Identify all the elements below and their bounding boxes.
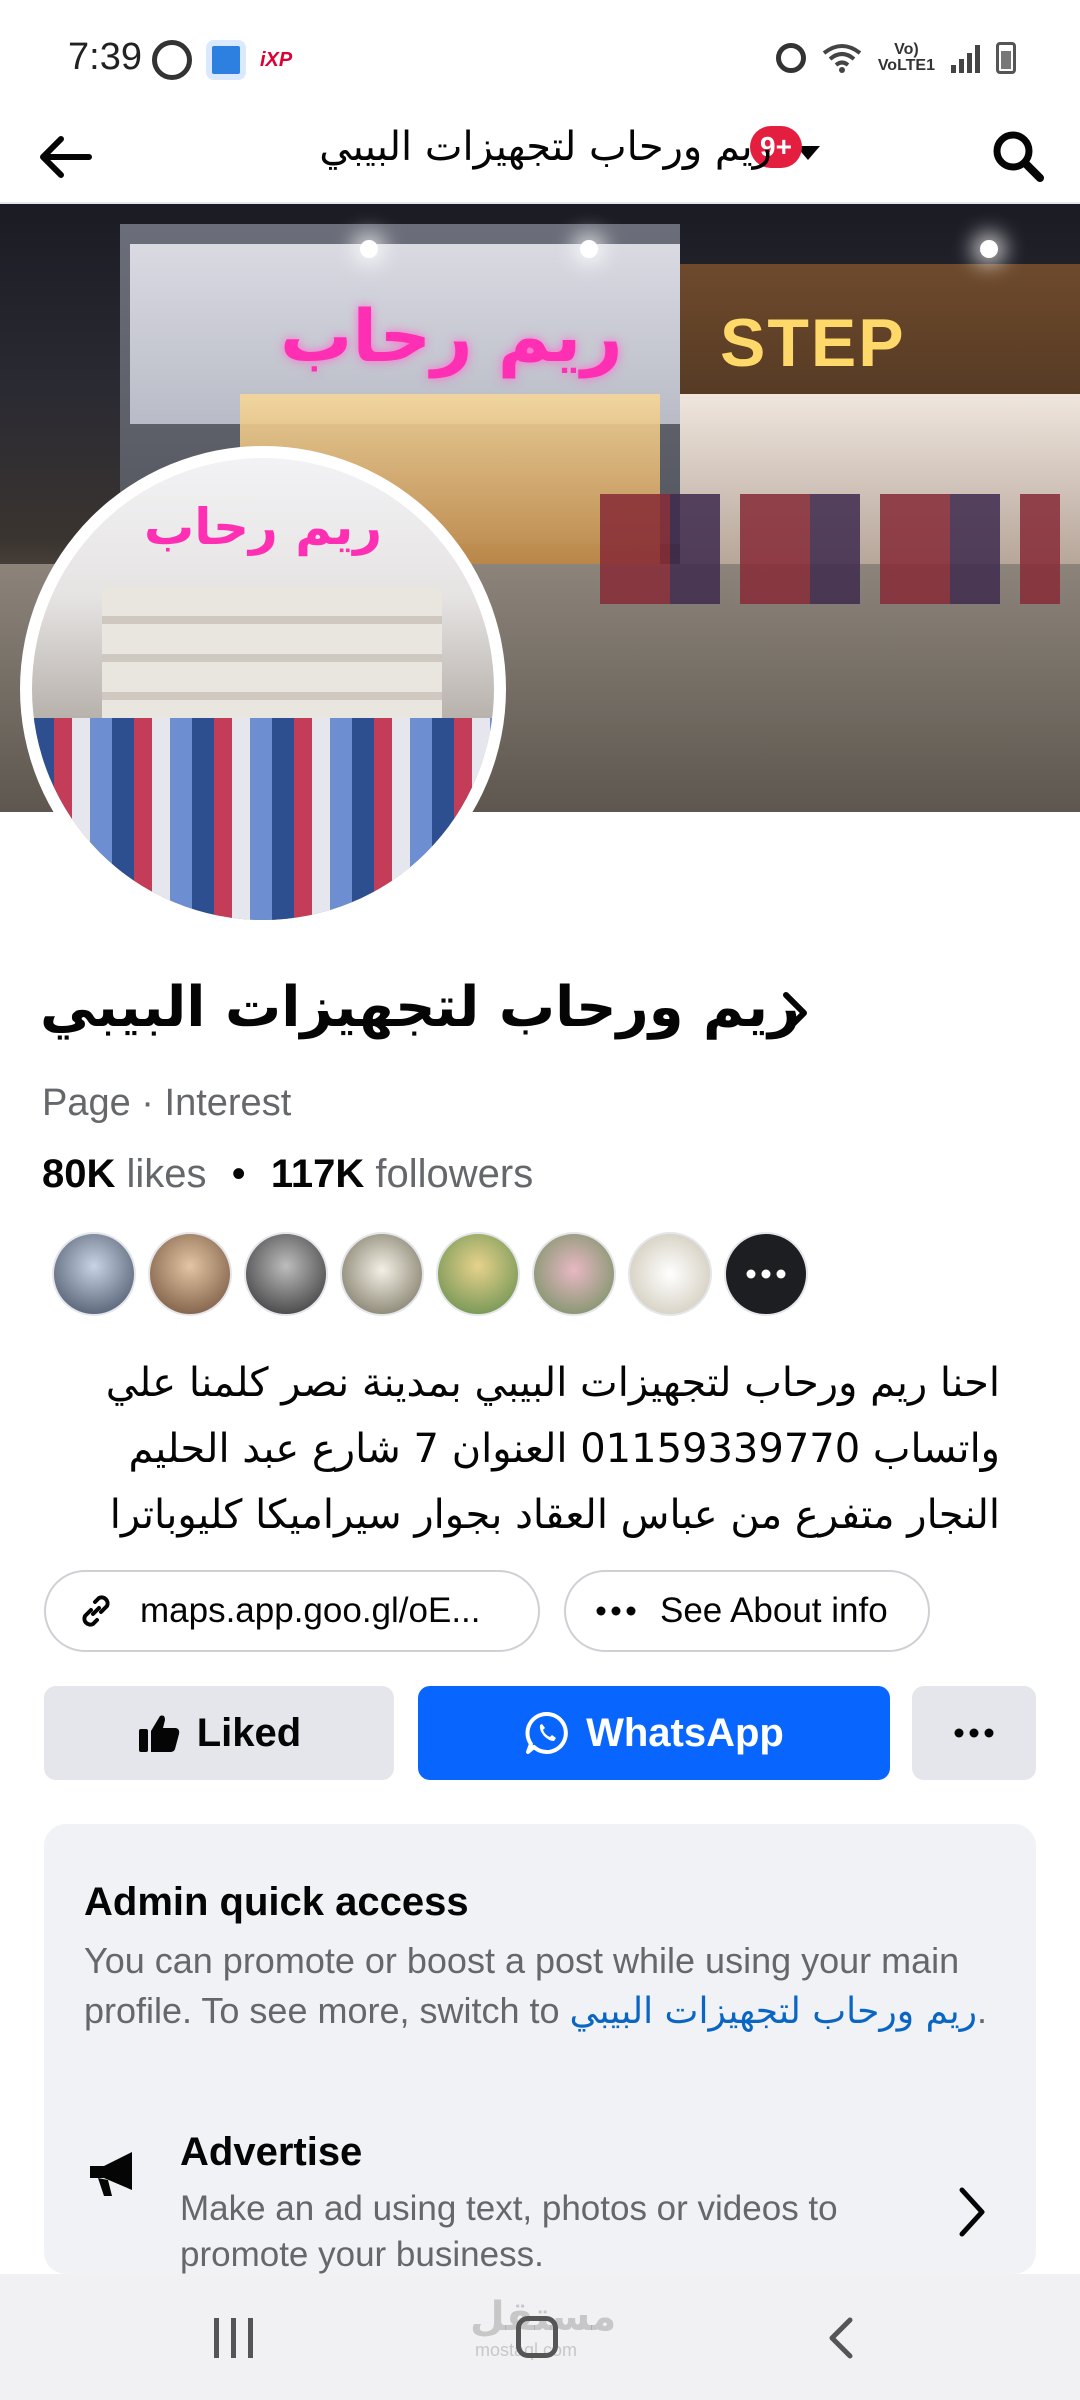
admin-desc-suffix: . [976,1990,987,2031]
avatar[interactable] [148,1232,232,1316]
profile-picture-image: ريم رحاب [32,458,494,920]
app-status-icon [206,40,246,80]
back-button[interactable] [30,122,100,192]
more-friends-button[interactable] [724,1232,808,1316]
status-bar: 7:39 iXP Vo) VoLTE1 [0,0,1080,110]
bio-line: احنا ريم ورحاب لتجهيزات البيبي بمدينة نص… [105,1360,1000,1406]
ixp-status-icon: iXP [260,48,293,71]
wifi-icon [822,44,862,73]
likes-label: likes [126,1152,207,1196]
search-button[interactable] [982,120,1054,192]
cover-step-sign: STEP [720,305,906,381]
search-icon [993,131,1044,182]
cover-strollers [600,494,1060,604]
whatsapp-status-icon [152,40,192,80]
page-category: Page · Interest [42,1082,292,1124]
nav-back-icon[interactable] [822,2314,862,2362]
more-dots-icon [746,1269,786,1279]
more-dots-icon [594,1589,638,1633]
friends-who-like[interactable] [52,1232,808,1316]
link-icon [74,1589,118,1633]
page-title-row[interactable]: ريم ورحاب لتجهيزات البيبي [40,975,1040,1045]
page-stats[interactable]: 80K likes • 117K followers [42,1152,533,1197]
home-button[interactable] [516,2316,558,2358]
thumbs-up-icon [137,1712,181,1754]
chevron-right-icon [959,2187,985,2237]
see-about-chip[interactable]: See About info [564,1570,930,1652]
page-bio: احنا ريم ورحاب لتجهيزات البيبي بمدينة نص… [40,1350,1040,1548]
admin-quick-access-card: Admin quick access You can promote or bo… [44,1824,1036,2274]
avatar[interactable] [340,1232,424,1316]
admin-card-description: You can promote or boost a post while us… [84,1936,1014,2037]
avatar[interactable] [52,1232,136,1316]
admin-card-title: Admin quick access [84,1880,469,1924]
liked-label: Liked [196,1710,302,1755]
advertise-title: Advertise [180,2130,363,2174]
system-nav-bar: مستقل mostaql.com [0,2274,1080,2400]
cover-brand-sign: ريم رحاب [280,294,623,378]
likes-count: 80K [42,1152,116,1196]
map-link-text: maps.app.goo.gl/oE... [140,1591,481,1630]
avatar[interactable] [532,1232,616,1316]
app-bar: 9+ ريم ورحاب لتجهيزات البيبي [0,110,1080,204]
whatsapp-label: WhatsApp [586,1710,784,1755]
bio-line: النجار متفرع من عباس العقاد بجوار سيرامي… [109,1492,1000,1538]
profile-picture[interactable]: ريم رحاب [20,446,506,932]
status-notification-icons: iXP [152,40,292,80]
more-actions-button[interactable] [912,1686,1036,1780]
switch-profile-link[interactable]: ريم ورحاب لتجهيزات البيبي [570,1991,977,2032]
whatsapp-button[interactable]: WhatsApp [418,1686,890,1780]
more-dots-icon [954,1728,994,1738]
advertise-row[interactable]: Advertise Make an ad using text, photos … [44,2114,1036,2274]
status-system-icons: Vo) VoLTE1 [775,41,1016,74]
status-time: 7:39 [68,36,142,78]
page-title: ريم ورحاب لتجهيزات البيبي [40,975,801,1040]
volte-indicator: Vo) VoLTE1 [877,41,935,74]
avatar[interactable] [244,1232,328,1316]
chevron-right-icon [783,992,807,1034]
avatar[interactable] [628,1232,712,1316]
alarm-icon [775,43,806,73]
map-link-chip[interactable]: maps.app.goo.gl/oE... [44,1570,540,1652]
cover-light [580,240,598,258]
recents-button[interactable] [214,2318,253,2358]
profile-shelves [102,588,442,738]
followers-label: followers [375,1152,534,1196]
see-about-text: See About info [660,1591,888,1630]
avatar[interactable] [436,1232,520,1316]
liked-button[interactable]: Liked [44,1686,394,1780]
cover-light [360,240,378,258]
stats-separator: • [231,1152,246,1196]
signal-icon [951,43,980,73]
advertise-description: Make an ad using text, photos or videos … [180,2189,838,2274]
megaphone-icon [90,2152,132,2196]
battery-icon [996,42,1016,74]
whatsapp-icon [524,1710,570,1756]
followers-count: 117K [270,1152,365,1196]
profile-brand-sign: ريم رحاب [143,498,382,556]
back-arrow-icon [40,136,92,178]
bio-line: واتساب 01159339770 العنوان 7 شارع عبد ال… [128,1426,1001,1472]
cover-light [980,240,998,258]
profile-clothes [32,718,494,920]
app-bar-title[interactable]: ريم ورحاب لتجهيزات البيبي [319,124,772,170]
